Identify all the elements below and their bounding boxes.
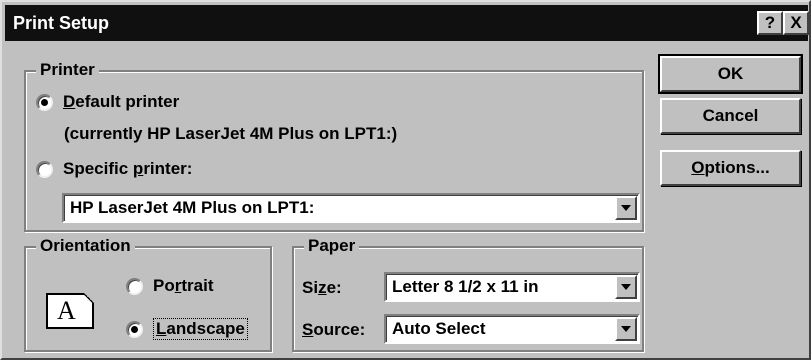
specific-printer-label: Specific printer: — [63, 159, 193, 178]
options-button[interactable]: Options... — [660, 150, 801, 186]
cancel-button[interactable]: Cancel — [660, 98, 801, 134]
paper-size-dropdown-icon[interactable] — [615, 275, 637, 299]
paper-source-dropdown-icon[interactable] — [615, 317, 637, 341]
title-bar[interactable]: Print Setup ? X — [5, 5, 809, 41]
paper-source-select[interactable]: Auto Select — [384, 314, 640, 344]
page-icon-letter: A — [57, 296, 76, 325]
paper-source-select-value: Auto Select — [392, 319, 486, 338]
portrait-radio-indicator[interactable] — [126, 277, 143, 295]
default-printer-label: Default printer — [63, 92, 180, 111]
print-setup-dialog: Print Setup ? X Printer Default printer … — [0, 0, 811, 360]
default-printer-radio[interactable]: Default printer — [36, 92, 179, 112]
landscape-label: Landscape — [153, 318, 248, 340]
ok-button[interactable]: OK — [658, 54, 803, 94]
paper-group-label: Paper — [304, 236, 360, 256]
specific-printer-dropdown-icon[interactable] — [615, 196, 637, 220]
landscape-radio[interactable]: Landscape — [126, 318, 248, 340]
paper-size-select-value: Letter 8 1/2 x 11 in — [392, 277, 539, 296]
specific-printer-select[interactable]: HP LaserJet 4M Plus on LPT1: — [62, 193, 640, 223]
specific-printer-radio-indicator[interactable] — [36, 160, 53, 178]
help-button[interactable]: ? — [757, 11, 783, 35]
orientation-group-label: Orientation — [36, 236, 135, 256]
landscape-radio-indicator[interactable] — [126, 320, 143, 338]
current-printer-info: (currently HP LaserJet 4M Plus on LPT1:) — [64, 124, 398, 143]
landscape-page-icon: A — [46, 293, 94, 329]
page-fold-icon — [84, 293, 94, 303]
paper-size-select[interactable]: Letter 8 1/2 x 11 in — [384, 272, 640, 302]
printer-group-label: Printer — [36, 60, 99, 80]
paper-source-label: Source: — [302, 320, 366, 339]
portrait-label: Portrait — [153, 276, 214, 295]
portrait-radio[interactable]: Portrait — [126, 276, 213, 296]
dialog-title: Print Setup — [13, 13, 110, 33]
specific-printer-select-value: HP LaserJet 4M Plus on LPT1: — [70, 198, 315, 217]
paper-size-label: Size: — [302, 278, 342, 297]
specific-printer-radio[interactable]: Specific printer: — [36, 159, 192, 179]
close-button[interactable]: X — [783, 11, 809, 35]
default-printer-radio-indicator[interactable] — [36, 93, 53, 111]
